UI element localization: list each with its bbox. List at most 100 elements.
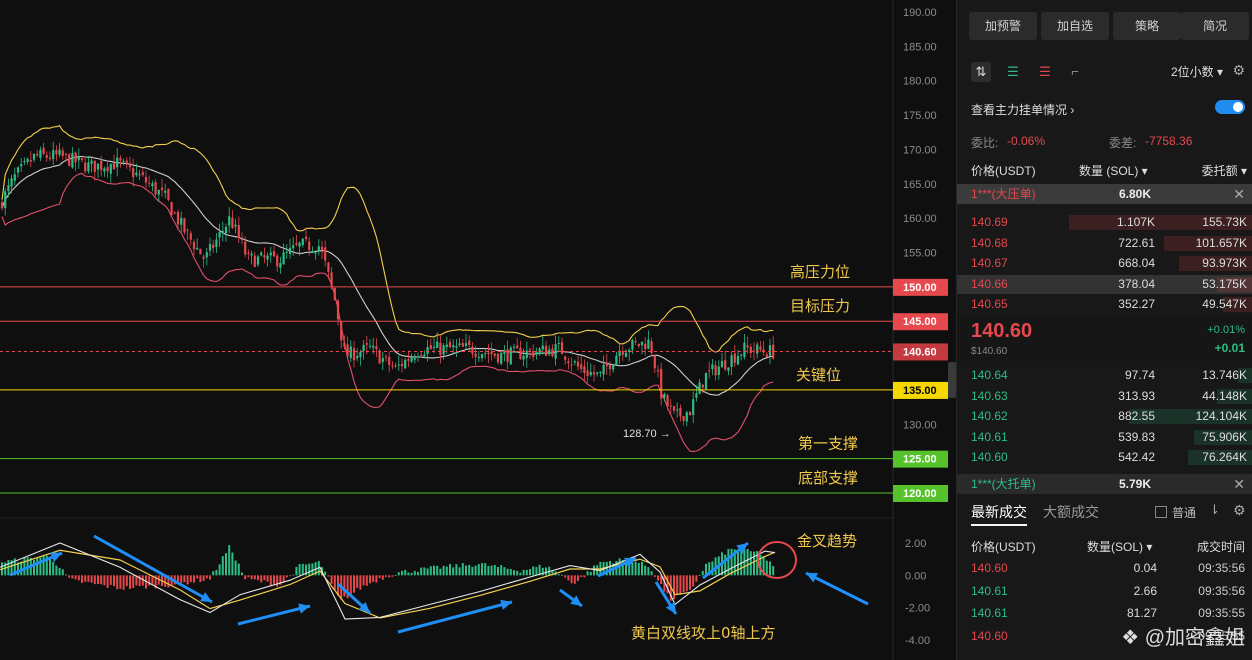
ask-row[interactable]: 140.66 378.04 53.175K: [957, 274, 1252, 294]
close-big-ask-icon[interactable]: ✕: [1233, 184, 1245, 204]
kline-chart-svg[interactable]: 190.00 185.00 180.00 175.00 170.00 165.00 160.…: [0, 0, 956, 660]
macd-histogram-bar: [65, 574, 67, 576]
settings-gear-icon[interactable]: ⚙: [1232, 62, 1245, 79]
candle-body: [628, 349, 631, 352]
macd-histogram-bar: [68, 575, 71, 578]
candle-body: [583, 366, 586, 373]
bid-row[interactable]: 140.64 97.74 13.746K: [957, 366, 1252, 385]
ob-col-total[interactable]: 委托额 ▾: [1202, 162, 1247, 179]
candle-body: [180, 217, 183, 225]
macd-histogram-bar: [692, 575, 695, 587]
bids-view-icon[interactable]: ☰: [1003, 62, 1023, 82]
macd-histogram-bar: [410, 572, 413, 576]
candle-body: [682, 416, 685, 421]
candle-body: [464, 343, 468, 346]
macd-histogram-bar: [650, 571, 653, 576]
ask-row[interactable]: 140.65 352.27 49.547K: [957, 295, 1252, 314]
ask-row[interactable]: 140.68 722.61 101.657K: [957, 234, 1252, 253]
bid-row[interactable]: 140.60 542.42 76.264K: [957, 448, 1252, 467]
candle-body: [692, 399, 695, 415]
macd-tick-label: -4.00: [905, 635, 930, 647]
filter-sort-icon[interactable]: ⇂: [1209, 502, 1220, 518]
macd-histogram-bar: [765, 560, 768, 576]
candle-body: [256, 256, 260, 265]
ask-total: 93.973K: [1202, 256, 1247, 270]
tab-latest-trades[interactable]: 最新成交: [971, 502, 1027, 522]
macd-histogram-bar: [372, 575, 375, 583]
candle-body: [84, 162, 87, 172]
candle-body: [301, 238, 304, 246]
candle-body: [128, 163, 132, 168]
candle-body: [167, 188, 170, 200]
candle-body: [52, 150, 55, 160]
macd-histogram-bar: [74, 575, 77, 580]
price-axis-handle[interactable]: [948, 362, 956, 398]
add-alert-button[interactable]: 加预警: [969, 12, 1037, 40]
trade-qty: 0.04: [1133, 561, 1157, 575]
candle-body: [276, 255, 279, 267]
overview-button[interactable]: 简况: [1181, 12, 1249, 40]
kline-chart-area[interactable]: 190.00 185.00 180.00 175.00 170.00 165.00 160.…: [0, 0, 956, 660]
macd-histogram-bar: [657, 575, 659, 581]
candle-body: [656, 370, 660, 372]
tab-underline: [971, 524, 1027, 526]
macd-histogram-bar: [356, 575, 359, 588]
bid-row[interactable]: 140.62 882.55 124.104K: [957, 407, 1252, 426]
ask-row[interactable]: 140.67 668.04 93.973K: [957, 254, 1252, 273]
macd-histogram-bar: [529, 569, 531, 576]
macd-histogram-bar: [260, 575, 263, 583]
close-big-bid-icon[interactable]: ✕: [1233, 474, 1245, 494]
macd-histogram-bar: [247, 575, 250, 578]
candle-body: [772, 344, 775, 359]
candle-body: [279, 262, 282, 268]
candle-body: [445, 344, 448, 348]
candle-body: [192, 242, 196, 250]
macd-histogram-bar: [244, 575, 247, 580]
normal-checkbox[interactable]: [1155, 506, 1167, 518]
candle-body: [103, 168, 106, 172]
candle-body: [410, 357, 413, 362]
candle-body: [420, 354, 423, 356]
macd-histogram-bar: [212, 571, 215, 576]
trend-arrow-shaft: [237, 604, 311, 626]
macd-histogram-bar: [177, 575, 179, 582]
candle-body: [237, 225, 240, 238]
candle-body: [695, 393, 698, 398]
macd-histogram-bar: [452, 567, 455, 576]
depth-view-icon[interactable]: ⌐: [1065, 62, 1085, 82]
candle-body: [528, 349, 532, 351]
big-ask-bar: 1***(大压单) 6.80K ✕: [957, 184, 1252, 204]
both-sides-view-icon[interactable]: ⇅: [971, 62, 991, 82]
macd-histogram-bar: [189, 575, 192, 583]
candle-body: [429, 345, 432, 349]
candle-body: [340, 321, 343, 341]
tr-col-qty[interactable]: 数量(SOL) ▾: [1087, 538, 1152, 555]
candle-body: [269, 252, 272, 256]
candle-body: [112, 163, 116, 170]
candle-body: [356, 356, 359, 359]
tab-large-trades[interactable]: 大额成交: [1043, 502, 1099, 522]
macd-histogram-bar: [397, 572, 400, 576]
main-orders-toggle[interactable]: [1215, 100, 1245, 114]
candle-body: [602, 364, 605, 375]
macd-histogram-bar: [250, 575, 253, 580]
bid-row[interactable]: 140.63 313.93 44.148K: [957, 387, 1252, 406]
bollinger-lower-line: [1, 172, 774, 453]
low-price-marker: 128.70 →: [623, 428, 671, 440]
weibi-value: -0.06%: [1007, 134, 1046, 148]
strategy-button[interactable]: 策略: [1113, 12, 1181, 40]
ask-qty: 668.04: [1118, 256, 1155, 270]
candle-body: [263, 255, 266, 258]
ask-row[interactable]: 140.69 1.107K 155.73K: [957, 213, 1252, 232]
asks-view-icon[interactable]: ☰: [1035, 62, 1055, 82]
candle-body: [471, 346, 474, 354]
bid-row[interactable]: 140.61 539.83 75.906K: [957, 428, 1252, 447]
macd-histogram-bar: [573, 575, 576, 584]
ob-col-qty[interactable]: 数量 (SOL) ▾: [1079, 162, 1148, 179]
trades-settings-icon[interactable]: ⚙: [1233, 502, 1246, 519]
main-orders-link[interactable]: 查看主力挂单情况 ›: [971, 101, 1074, 118]
decimals-select[interactable]: 2位小数 ▾: [1171, 63, 1223, 80]
macd-histogram-bar: [394, 575, 397, 576]
add-watchlist-button[interactable]: 加自选: [1041, 12, 1109, 40]
macd-histogram-bar: [180, 575, 183, 583]
